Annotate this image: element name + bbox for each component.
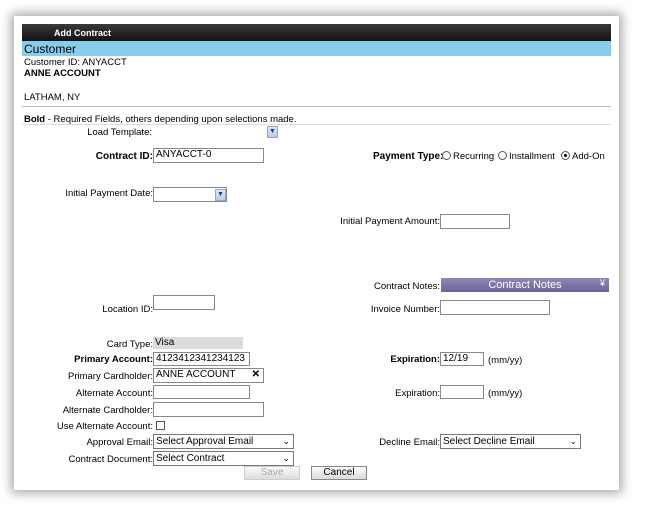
cancel-button[interactable]: Cancel — [311, 466, 367, 480]
payment-type-recurring-label: Recurring — [453, 151, 495, 162]
alternate-account-label: Alternate Account: — [75, 388, 153, 399]
alternate-cardholder-input[interactable] — [153, 402, 264, 417]
use-alternate-account-checkbox[interactable] — [156, 421, 165, 430]
contract-document-select[interactable]: Select Contract ⌄ — [153, 451, 294, 466]
payment-type-recurring-radio[interactable] — [442, 151, 451, 160]
decline-email-value: Select Decline Email — [443, 436, 535, 447]
alt-expiration-label: Expiration: — [395, 388, 440, 399]
location-id-label: Location ID: — [102, 304, 153, 315]
title-bar: Add Contract — [22, 24, 611, 41]
window-title: Add Contract — [54, 28, 111, 38]
chevron-down-icon: ⌄ — [569, 436, 577, 446]
expiration-hint: (mm/yy) — [488, 355, 523, 366]
contract-id-input[interactable]: ANYACCT-0 — [153, 148, 264, 163]
contract-notes-button[interactable]: Contract Notes ¥ — [441, 278, 609, 292]
customer-location: LATHAM, NY — [24, 92, 81, 103]
alternate-cardholder-label: Alternate Cardholder: — [62, 405, 153, 416]
chevron-down-icon: ⌄ — [282, 436, 290, 446]
initial-payment-date-label: Initial Payment Date: — [65, 188, 153, 199]
load-template-label: Load Template: — [87, 127, 152, 138]
divider — [22, 124, 611, 125]
decline-email-label: Decline Email: — [379, 437, 440, 448]
payment-type-label: Payment Type: — [373, 151, 444, 162]
customer-name: ANNE ACCOUNT — [24, 68, 101, 79]
primary-cardholder-value: ANNE ACCOUNT — [156, 369, 236, 380]
contract-notes-label: Contract Notes: — [374, 281, 440, 292]
expiration-label: Expiration: — [390, 354, 440, 365]
customer-section-title: Customer — [24, 42, 77, 56]
chevron-down-icon: ▼ — [269, 128, 276, 135]
card-type-value: Visa — [153, 337, 243, 349]
approval-email-label: Approval Email: — [86, 437, 153, 448]
load-template-dropdown[interactable]: ▼ — [267, 126, 278, 138]
payment-type-addon-label: Add-On — [572, 151, 605, 162]
payment-type-addon-radio[interactable] — [561, 151, 570, 160]
customer-id: Customer ID: ANYACCT — [24, 57, 127, 68]
initial-payment-amount-label: Initial Payment Amount: — [340, 216, 440, 227]
alt-expiration-hint: (mm/yy) — [488, 388, 523, 399]
alt-expiration-input[interactable] — [440, 385, 484, 399]
initial-payment-amount-input[interactable] — [440, 214, 510, 229]
contract-notes-button-label: Contract Notes — [488, 279, 562, 291]
expiration-input[interactable]: 12/19 — [440, 352, 484, 366]
use-alternate-account-label: Use Alternate Account: — [56, 421, 153, 432]
invoice-number-input[interactable] — [440, 300, 550, 315]
contract-document-label: Contract Document: — [68, 454, 153, 465]
save-button[interactable]: Save — [244, 466, 300, 480]
contract-document-value: Select Contract — [156, 453, 225, 464]
clear-icon[interactable]: ✕ — [252, 369, 260, 381]
location-id-input[interactable] — [153, 295, 215, 310]
primary-account-input[interactable]: 4123412341234123 — [153, 352, 250, 366]
primary-cardholder-input[interactable]: ANNE ACCOUNT ✕ — [153, 368, 264, 383]
expand-icon: ¥ — [599, 278, 605, 288]
alternate-account-input[interactable] — [153, 385, 250, 399]
card-type-label: Card Type: — [106, 339, 153, 350]
chevron-down-icon: ⌄ — [282, 453, 290, 463]
divider — [22, 106, 611, 107]
contract-id-label: Contract ID: — [95, 151, 153, 162]
invoice-number-label: Invoice Number: — [370, 304, 440, 315]
payment-type-installment-label: Installment — [509, 151, 555, 162]
date-picker-dropdown[interactable]: ▼ — [215, 189, 226, 201]
chevron-down-icon: ▼ — [217, 191, 224, 198]
payment-type-installment-radio[interactable] — [498, 151, 507, 160]
approval-email-value: Select Approval Email — [156, 436, 254, 447]
primary-cardholder-label: Primary Cardholder: — [68, 371, 153, 382]
approval-email-select[interactable]: Select Approval Email ⌄ — [153, 434, 294, 449]
decline-email-select[interactable]: Select Decline Email ⌄ — [440, 434, 581, 449]
primary-account-label: Primary Account: — [74, 354, 153, 365]
customer-section-header: Customer — [22, 41, 611, 56]
add-contract-window: Add Contract Customer Customer ID: ANYAC… — [22, 24, 611, 484]
